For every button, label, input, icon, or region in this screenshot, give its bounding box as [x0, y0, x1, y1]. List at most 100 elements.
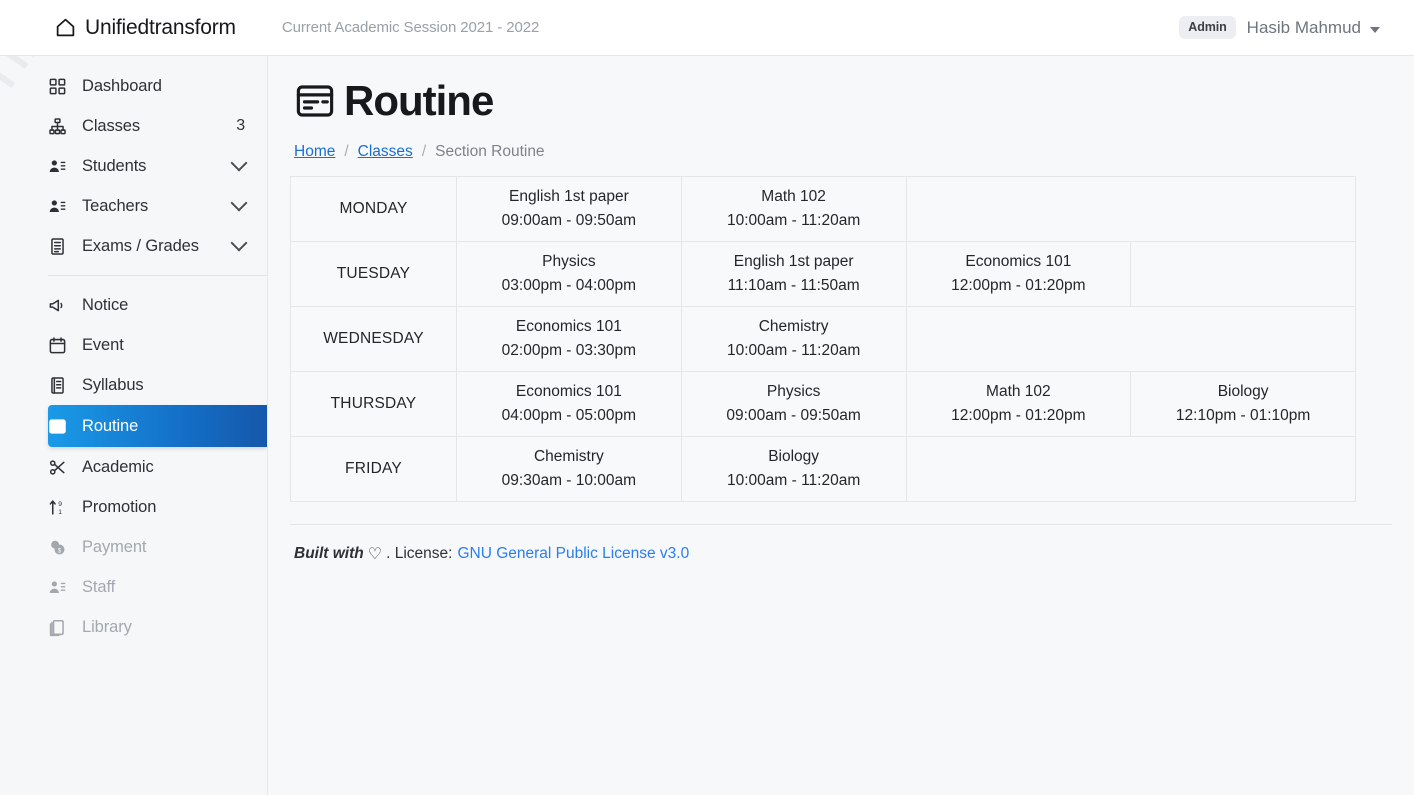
routine-slot-time: 09:30am - 10:00am [501, 472, 637, 489]
routine-icon [48, 417, 67, 436]
sidebar-item-label: Students [82, 156, 147, 175]
svg-text:1: 1 [58, 508, 62, 515]
sort-up-icon: 91 [48, 498, 67, 517]
sidebar-item-label: Exams / Grades [82, 236, 199, 255]
sidebar-item-syllabus[interactable]: Syllabus [48, 365, 267, 405]
routine-slot-empty [905, 436, 1356, 502]
users-icon [48, 578, 67, 597]
routine-slot-time: 10:00am - 11:20am [726, 472, 861, 489]
routine-slot-subject: Economics 101 [515, 317, 622, 335]
routine-row: THURSDAY Economics 101 04:00pm - 05:00pm Ph… [290, 371, 1356, 437]
routine-row: MONDAY English 1st paper 09:00am - 09:50am… [290, 176, 1356, 242]
routine-slot-subject: Math 102 [761, 187, 826, 205]
coins-icon: $ [48, 538, 67, 557]
sidebar-item-label: Academic [82, 457, 154, 476]
routine-slot-time: 10:00am - 11:20am [726, 212, 861, 229]
sidebar-item-label: Payment [82, 537, 147, 556]
sidebar-nav-list: Dashboard Classes 3 Students Teachers Exams /… [0, 66, 267, 647]
routine-day-label: TUESDAY [290, 241, 457, 307]
license-label: . License: [386, 545, 453, 562]
routine-slot-time: 12:00pm - 01:20pm [951, 277, 1086, 294]
routine-day-label: FRIDAY [290, 436, 457, 502]
heart-icon: ♡ [367, 546, 383, 563]
routine-slot-time: 09:00am - 09:50am [501, 212, 637, 229]
breadcrumb-item-section-routine: Section Routine [435, 143, 545, 160]
routine-day-label: WEDNESDAY [290, 306, 457, 372]
sidebar-item-classes[interactable]: Classes 3 [48, 106, 267, 146]
routine-slot-subject: Biology [1217, 382, 1269, 400]
chevron-down-icon[interactable] [230, 234, 248, 252]
routine-icon [294, 80, 336, 122]
breadcrumb-separator: / [421, 143, 427, 160]
routine-day-label: THURSDAY [290, 371, 457, 437]
sidebar-item-label: Notice [82, 295, 129, 314]
sitemap-icon [48, 117, 67, 136]
license-link[interactable]: GNU General Public License v3.0 [457, 545, 689, 563]
page-header: Routine [294, 80, 1414, 122]
scissors-icon [48, 458, 67, 477]
routine-slot: Physics 09:00am - 09:50am [680, 371, 907, 437]
routine-slot-subject: Physics [766, 382, 821, 400]
sidebar: Unifiedtransform DashboardClasses3Studen… [0, 56, 268, 795]
sidebar-item-notice[interactable]: Notice [48, 285, 267, 325]
breadcrumb-item-classes[interactable]: Classes [358, 143, 413, 161]
calendar-icon [48, 336, 67, 355]
routine-row: WEDNESDAY Economics 101 02:00pm - 03:30pm C… [290, 306, 1356, 372]
breadcrumb-separator: / [344, 143, 349, 160]
brand-logo[interactable]: Unifiedtransform [55, 16, 236, 40]
routine-slot-time: 10:00am - 11:20am [726, 342, 861, 359]
books-icon [48, 618, 67, 637]
routine-slot: Physics 03:00pm - 04:00pm [456, 241, 682, 307]
user-menu-button[interactable]: Hasib Mahmud [1247, 18, 1380, 38]
routine-slot-time: 12:10pm - 01:10pm [1175, 407, 1311, 424]
sidebar-item-routine[interactable]: Routine [48, 405, 267, 447]
sidebar-item-promotion[interactable]: 9 1 Promotion [48, 487, 267, 527]
breadcrumb: Home / Classes / Section Routine [294, 143, 1414, 161]
sidebar-item-label: Staff [82, 577, 116, 596]
routine-slot: Chemistry 09:30am - 10:00am [456, 436, 682, 502]
routine-day-label: MONDAY [290, 176, 457, 242]
sidebar-item-teachers[interactable]: Teachers [48, 186, 267, 226]
routine-slot-subject: Biology [768, 447, 820, 465]
breadcrumb-item-home[interactable]: Home [294, 143, 335, 161]
routine-slot: Economics 101 02:00pm - 03:30pm [456, 306, 682, 372]
routine-slot-subject: English 1st paper [733, 252, 854, 270]
sidebar-item-label: Syllabus [82, 375, 144, 394]
routine-slot-subject: English 1st paper [508, 187, 629, 205]
footer: Built with ♡ . License: GNU General Publ… [294, 544, 1414, 564]
routine-slot-empty [905, 306, 1356, 372]
routine-slot: Biology 10:00am - 11:20am [680, 436, 907, 502]
sidebar-item-library: Library [48, 607, 267, 647]
sidebar-item-dashboard[interactable]: Dashboard [48, 66, 267, 106]
main-content: Routine Home / Classes / Section Routine MON… [268, 56, 1414, 795]
navbar-right-group: Admin Hasib Mahmud [1179, 16, 1380, 39]
routine-slot-subject: Math 102 [986, 382, 1051, 400]
routine-slot-subject: Economics 101 [965, 252, 1072, 270]
users-icon [48, 157, 67, 176]
routine-slot-time: 11:10am - 11:50am [727, 277, 860, 294]
sidebar-item-label: Promotion [82, 497, 157, 516]
role-badge: Admin [1179, 16, 1236, 39]
sidebar-item-students[interactable]: Students [48, 146, 267, 186]
routine-slot-subject: Chemistry [533, 447, 604, 465]
routine-slot-time: 12:00pm - 01:20pm [951, 407, 1086, 424]
chevron-down-icon[interactable] [230, 194, 248, 212]
sidebar-item-event[interactable]: Event [48, 325, 267, 365]
svg-text:9: 9 [58, 500, 62, 507]
sidebar-item-label: Classes [82, 116, 140, 135]
sidebar-item-exams-grades[interactable]: Exams / Grades [48, 226, 267, 266]
grid-icon [48, 77, 67, 96]
sidebar-item-label: Teachers [82, 196, 149, 215]
routine-slot-subject: Economics 101 [515, 382, 622, 400]
chevron-down-icon [1370, 26, 1380, 33]
routine-slot: Biology 12:10pm - 01:10pm [1130, 371, 1356, 437]
routine-slot-time: 09:00am - 09:50am [726, 407, 861, 424]
sidebar-item-label: Routine [82, 416, 139, 435]
routine-slot: Economics 101 04:00pm - 05:00pm [456, 371, 682, 437]
routine-row: FRIDAY Chemistry 09:30am - 10:00am Biology 1… [290, 436, 1356, 502]
routine-slot-time: 02:00pm - 03:30pm [501, 342, 637, 359]
routine-slot-time: 04:00pm - 05:00pm [501, 407, 637, 424]
chevron-down-icon[interactable] [230, 154, 248, 172]
top-navbar: Unifiedtransform Current Academic Sessio… [0, 0, 1414, 56]
sidebar-item-academic[interactable]: Academic [48, 447, 267, 487]
